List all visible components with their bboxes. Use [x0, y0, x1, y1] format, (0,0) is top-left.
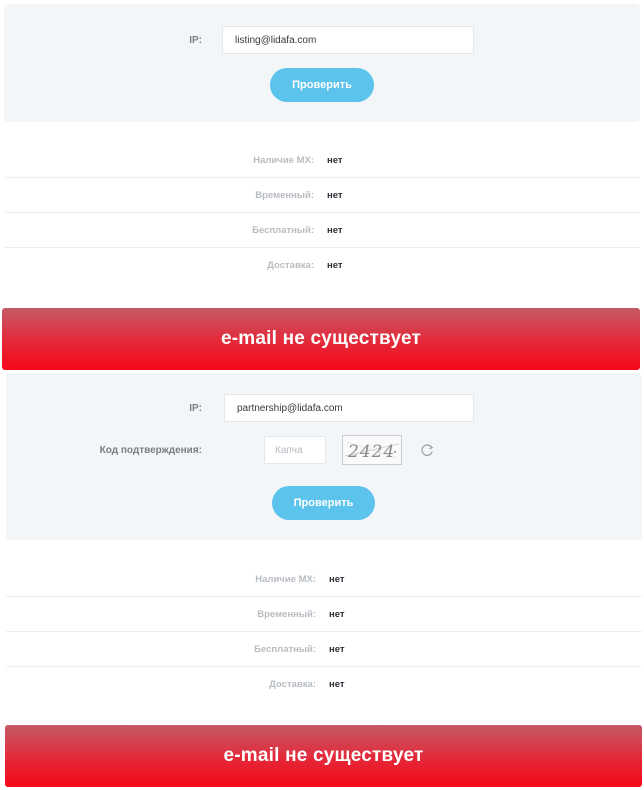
captcha-graphic: 2424 [344, 441, 400, 462]
result-value: нет [329, 679, 345, 690]
result-label: Доставка: [267, 260, 314, 271]
result-label: Наличие MX: [255, 574, 316, 585]
result-value: нет [327, 225, 343, 236]
result-row-free: Бесплатный: нет [4, 213, 640, 248]
result-label: Доставка: [269, 679, 316, 690]
result-value: нет [327, 190, 343, 201]
result-row-delivery: Доставка: нет [4, 248, 640, 282]
email-input[interactable] [222, 26, 474, 54]
ip-label: IP: [189, 35, 202, 46]
check-form-1: IP: Проверить [4, 4, 640, 122]
captcha-label: Код подтверждения: [99, 445, 202, 456]
result-row-temporary: Временный: нет [6, 597, 642, 632]
result-label: Наличие MX: [253, 155, 314, 166]
result-row-delivery: Доставка: нет [6, 667, 642, 701]
captcha-image: 2424 [342, 435, 402, 465]
result-value: нет [327, 155, 343, 166]
result-value: нет [327, 260, 343, 271]
results-table-2: Наличие MX: нет Временный: нет Бесплатны… [6, 562, 642, 702]
email-checker-page: IP: Проверить Наличие MX: нет Временный:… [0, 0, 644, 790]
result-row-mx: Наличие MX: нет [6, 562, 642, 597]
error-banner: e-mail не существует [2, 308, 640, 370]
result-label: Временный: [257, 609, 316, 620]
result-label: Бесплатный: [254, 644, 316, 655]
email-input[interactable] [224, 394, 474, 422]
ip-label: IP: [189, 403, 202, 414]
result-label: Бесплатный: [252, 225, 314, 236]
captcha-text: 2424 [347, 442, 395, 462]
result-row-mx: Наличие MX: нет [4, 143, 640, 178]
result-row-free: Бесплатный: нет [6, 632, 642, 667]
refresh-icon[interactable] [419, 442, 435, 458]
result-value: нет [329, 574, 345, 585]
check-button[interactable]: Проверить [270, 68, 374, 102]
result-row-temporary: Временный: нет [4, 178, 640, 213]
result-value: нет [329, 644, 345, 655]
check-form-2: IP: Код подтверждения: 2424 Проверить [6, 373, 642, 540]
result-value: нет [329, 609, 345, 620]
results-table-1: Наличие MX: нет Временный: нет Бесплатны… [4, 143, 640, 283]
result-label: Временный: [255, 190, 314, 201]
error-banner: e-mail не существует [5, 725, 642, 787]
captcha-input[interactable] [264, 436, 326, 464]
check-button[interactable]: Проверить [272, 486, 375, 520]
